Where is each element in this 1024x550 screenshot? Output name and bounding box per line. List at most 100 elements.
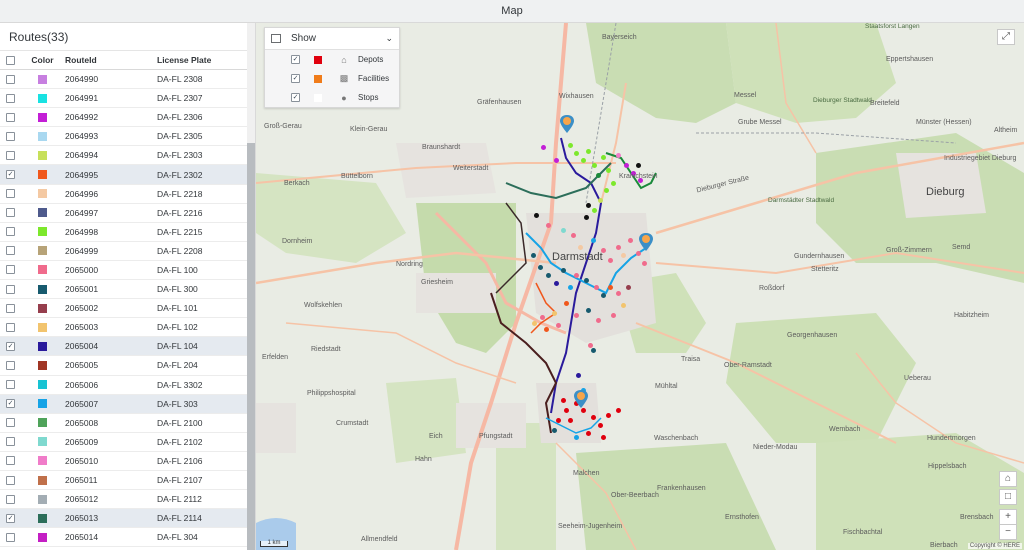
route-checkbox[interactable] (6, 494, 15, 504)
stop-marker[interactable] (568, 418, 573, 423)
stop-marker[interactable] (596, 173, 601, 178)
stop-marker[interactable] (561, 398, 566, 403)
route-row[interactable]: 2065000 DA-FL 100 (0, 260, 247, 281)
stop-marker[interactable] (586, 431, 591, 436)
stop-marker[interactable] (584, 278, 589, 283)
route-row[interactable]: 2064996 DA-FL 2218 (0, 184, 247, 204)
stop-marker[interactable] (626, 285, 631, 290)
route-checkbox[interactable]: ✓ (6, 341, 15, 351)
stop-marker[interactable] (591, 415, 596, 420)
stop-marker[interactable] (586, 203, 591, 208)
map-canvas[interactable]: Bayerseich Staatsforst Langen Eppertshau… (256, 23, 1024, 550)
facility-pin[interactable] (639, 233, 653, 251)
stop-marker[interactable] (534, 213, 539, 218)
routeid-column-header[interactable]: RouteId (64, 55, 157, 65)
stop-marker[interactable] (574, 313, 579, 318)
route-row[interactable]: 2064991 DA-FL 2307 (0, 89, 247, 109)
legend-checkbox[interactable]: ✓ (291, 74, 300, 83)
route-row[interactable]: 2065006 DA-FL 3302 (0, 375, 247, 395)
route-checkbox[interactable] (6, 227, 15, 237)
stop-marker[interactable] (621, 303, 626, 308)
route-checkbox[interactable] (6, 456, 15, 466)
legend-item-stops[interactable]: ✓ ● Stops (265, 88, 399, 107)
route-row[interactable]: 2064993 DA-FL 2305 (0, 127, 247, 147)
stop-marker[interactable] (591, 348, 596, 353)
fullscreen-button[interactable]: ⤢ (997, 29, 1015, 45)
stop-marker[interactable] (608, 258, 613, 263)
legend-item-facilities[interactable]: ✓ ▩ Facilities (265, 69, 399, 88)
route-checkbox[interactable] (6, 265, 15, 275)
route-row[interactable]: 2065012 DA-FL 2112 (0, 490, 247, 510)
stop-marker[interactable] (571, 233, 576, 238)
stop-marker[interactable] (616, 408, 621, 413)
stop-marker[interactable] (624, 163, 629, 168)
stop-marker[interactable] (621, 253, 626, 258)
route-checkbox[interactable] (6, 150, 15, 160)
legend-item-depots[interactable]: ✓ ⌂ Depots (265, 50, 399, 69)
stop-marker[interactable] (616, 245, 621, 250)
plate-column-header[interactable]: License Plate (157, 55, 247, 65)
stop-marker[interactable] (554, 281, 559, 286)
route-row[interactable]: 2064992 DA-FL 2306 (0, 108, 247, 128)
route-checkbox[interactable]: ✓ (6, 399, 15, 409)
stop-marker[interactable] (628, 238, 633, 243)
route-row[interactable]: 2064994 DA-FL 2303 (0, 146, 247, 166)
stop-marker[interactable] (616, 291, 621, 296)
route-row[interactable]: ✓ 2065007 DA-FL 303 (0, 394, 247, 414)
stop-marker[interactable] (564, 301, 569, 306)
stop-marker[interactable] (591, 238, 596, 243)
stop-marker[interactable] (532, 321, 537, 326)
stop-marker[interactable] (606, 413, 611, 418)
select-all-checkbox[interactable] (6, 55, 15, 65)
stop-marker[interactable] (554, 158, 559, 163)
stop-marker[interactable] (568, 143, 573, 148)
stop-marker[interactable] (642, 261, 647, 266)
route-checkbox[interactable] (6, 322, 15, 332)
stop-marker[interactable] (581, 158, 586, 163)
route-checkbox[interactable] (6, 112, 15, 122)
stop-marker[interactable] (601, 155, 606, 160)
route-checkbox[interactable] (6, 303, 15, 313)
route-checkbox[interactable] (6, 208, 15, 218)
route-checkbox[interactable]: ✓ (6, 170, 15, 180)
route-checkbox[interactable] (6, 380, 15, 390)
stop-marker[interactable] (594, 285, 599, 290)
legend-header[interactable]: Show ⌄ (265, 28, 399, 50)
route-row[interactable]: 2065001 DA-FL 300 (0, 280, 247, 300)
stop-marker[interactable] (531, 253, 536, 258)
stop-marker[interactable] (636, 251, 641, 256)
stop-marker[interactable] (611, 181, 616, 186)
stop-marker[interactable] (598, 198, 603, 203)
stop-marker[interactable] (601, 293, 606, 298)
route-row[interactable]: ✓ 2065013 DA-FL 2114 (0, 509, 247, 529)
stop-marker[interactable] (578, 245, 583, 250)
stop-marker[interactable] (561, 268, 566, 273)
stop-marker[interactable] (581, 408, 586, 413)
route-row[interactable]: 2065009 DA-FL 2102 (0, 432, 247, 452)
stop-marker[interactable] (616, 153, 621, 158)
stop-marker[interactable] (561, 228, 566, 233)
route-row[interactable]: 2064999 DA-FL 2208 (0, 241, 247, 261)
color-column-header[interactable]: Color (21, 55, 64, 65)
route-row[interactable]: 2065005 DA-FL 204 (0, 356, 247, 376)
stop-marker[interactable] (601, 435, 606, 440)
stop-marker[interactable] (592, 163, 597, 168)
stop-marker[interactable] (574, 151, 579, 156)
route-row[interactable]: ✓ 2064995 DA-FL 2302 (0, 165, 247, 185)
stop-marker[interactable] (574, 273, 579, 278)
stop-marker[interactable] (538, 265, 543, 270)
stop-marker[interactable] (606, 168, 611, 173)
legend-checkbox[interactable]: ✓ (291, 55, 300, 64)
stop-marker[interactable] (596, 318, 601, 323)
route-checkbox[interactable] (6, 437, 15, 447)
stop-marker[interactable] (636, 163, 641, 168)
route-checkbox[interactable] (6, 246, 15, 256)
route-checkbox[interactable] (6, 532, 15, 542)
stop-marker[interactable] (586, 149, 591, 154)
stop-marker[interactable] (556, 323, 561, 328)
route-checkbox[interactable] (6, 418, 15, 428)
stop-marker[interactable] (546, 273, 551, 278)
route-checkbox[interactable] (6, 93, 15, 103)
route-checkbox[interactable] (6, 189, 15, 199)
stop-marker[interactable] (608, 285, 613, 290)
